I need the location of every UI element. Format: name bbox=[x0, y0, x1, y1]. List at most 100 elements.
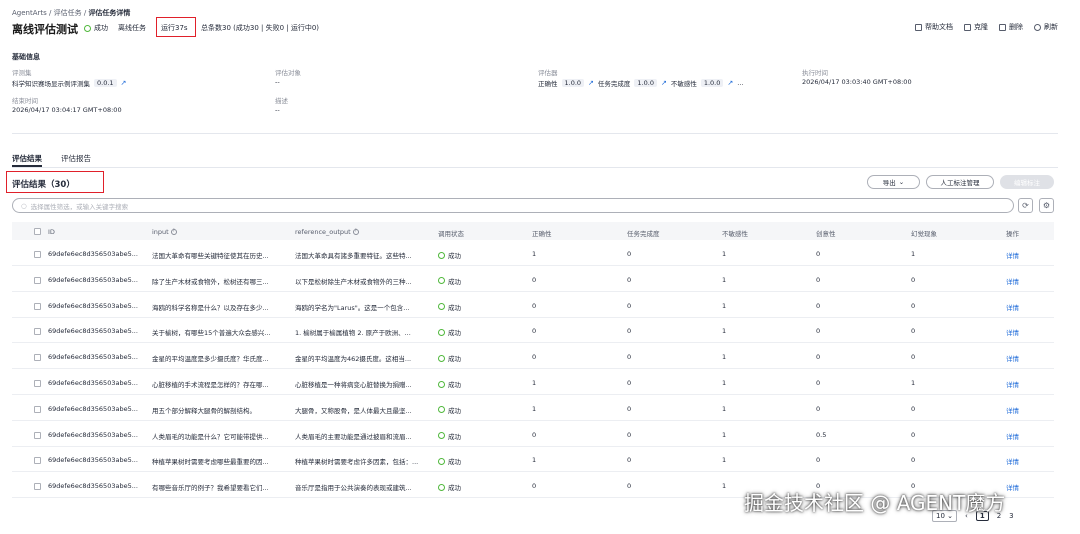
success-status-icon bbox=[438, 303, 445, 311]
cell-correctness: 0 bbox=[532, 353, 537, 362]
detail-link[interactable]: 详情 bbox=[1006, 327, 1019, 337]
search-input[interactable]: ○ 选择属性筛选，或输入关键字搜索 bbox=[12, 198, 1014, 213]
refresh-button[interactable]: 刷新 bbox=[1034, 22, 1058, 32]
cell-creativity: 0 bbox=[816, 404, 821, 413]
detail-link[interactable]: 详情 bbox=[1006, 482, 1019, 492]
breadcrumb-current: 评估任务详情 bbox=[88, 9, 131, 17]
cell-creativity: 0 bbox=[816, 456, 821, 465]
row-checkbox[interactable] bbox=[34, 328, 41, 336]
cell-task-completion: 0 bbox=[627, 482, 632, 491]
manual-annotation-label: 人工标注管理 bbox=[940, 179, 980, 187]
row-checkbox[interactable] bbox=[34, 405, 41, 413]
detail-link[interactable]: 详情 bbox=[1006, 302, 1019, 312]
external-link-icon[interactable]: ↗ bbox=[727, 79, 733, 87]
refresh-icon[interactable]: ⟳ bbox=[1018, 198, 1033, 213]
cell-hallucination: 0 bbox=[911, 456, 916, 465]
evaluators-label: 评估器 bbox=[538, 69, 558, 77]
edit-annotation-button[interactable]: 编辑标注 bbox=[1000, 175, 1054, 189]
end-time-value: 2026/04/17 03:04:17 GMT+08:00 bbox=[12, 106, 122, 114]
clone-button[interactable]: 克隆 bbox=[964, 22, 988, 32]
manual-annotation-button[interactable]: 人工标注管理 bbox=[926, 175, 994, 189]
cell-hallucination: 0 bbox=[911, 430, 916, 439]
cell-task-completion: 0 bbox=[627, 327, 632, 336]
detail-link[interactable]: 详情 bbox=[1006, 276, 1019, 286]
row-checkbox[interactable] bbox=[34, 431, 41, 439]
page-3[interactable]: 3 bbox=[1009, 512, 1013, 520]
detail-link[interactable]: 详情 bbox=[1006, 431, 1019, 441]
tabs-border bbox=[12, 167, 1058, 168]
cell-insensitivity: 1 bbox=[722, 456, 727, 465]
cell-reference-output: 1. 榆树属于榆属植物 2. 原产于欧洲、... bbox=[295, 329, 411, 338]
row-checkbox[interactable] bbox=[34, 457, 41, 465]
eval-set-value: 科学知识赛场显示例评测集 0.0.1 ↗ bbox=[12, 78, 126, 88]
cell-insensitivity: 1 bbox=[722, 353, 727, 362]
row-divider bbox=[12, 316, 1054, 318]
cell-insensitivity: 1 bbox=[722, 250, 727, 258]
cell-reference-output: 海鸥的学名为"Larus"。这是一个包含... bbox=[295, 303, 410, 312]
detail-link[interactable]: 详情 bbox=[1006, 250, 1019, 260]
breadcrumb-agentarts[interactable]: AgentArts bbox=[12, 9, 47, 17]
success-status-icon bbox=[438, 354, 445, 362]
success-status-icon bbox=[438, 457, 445, 465]
cell-id: 69defe6ec8d356503abe5... bbox=[48, 250, 138, 258]
evaluators-more[interactable]: ... bbox=[737, 79, 743, 87]
cell-hallucination: 1 bbox=[911, 379, 916, 387]
cell-hallucination: 1 bbox=[911, 250, 916, 258]
eval-set-version: 0.0.1 bbox=[94, 79, 117, 87]
row-divider bbox=[12, 290, 1054, 292]
external-link-icon[interactable]: ↗ bbox=[588, 79, 594, 87]
detail-link[interactable]: 详情 bbox=[1006, 379, 1019, 389]
evaluator-version: 1.0.0 bbox=[634, 79, 657, 87]
status-text: 成功 bbox=[448, 277, 461, 286]
help-doc-button[interactable]: 帮助文档 bbox=[915, 22, 953, 32]
cell-reference-output: 以下是松树除生产木材或食物外的三种... bbox=[295, 277, 412, 286]
detail-link[interactable]: 详情 bbox=[1006, 456, 1019, 466]
cell-call-status: 成功 bbox=[438, 327, 461, 338]
breadcrumb-eval-tasks[interactable]: 评估任务 bbox=[54, 9, 82, 17]
cell-id: 69defe6ec8d356503abe5... bbox=[48, 275, 138, 284]
help-icon[interactable]: ? bbox=[170, 229, 177, 235]
select-all-checkbox[interactable] bbox=[34, 228, 41, 235]
cell-call-status: 成功 bbox=[438, 482, 461, 493]
export-button[interactable]: 导出 ⌄ bbox=[867, 175, 920, 189]
tab-eval-results[interactable]: 评估结果 bbox=[12, 153, 42, 164]
row-checkbox[interactable] bbox=[34, 380, 41, 387]
status-text: 成功 bbox=[94, 24, 108, 32]
detail-link[interactable]: 详情 bbox=[1006, 353, 1019, 363]
page-title: 离线评估测试 bbox=[12, 23, 78, 36]
external-link-icon[interactable]: ↗ bbox=[121, 79, 127, 87]
external-link-icon[interactable]: ↗ bbox=[661, 79, 667, 87]
help-icon[interactable]: ? bbox=[352, 229, 359, 235]
cell-input: 用五个部分解释大腿骨的解剖结构。 bbox=[152, 406, 256, 415]
status-badge: 成功 bbox=[438, 431, 461, 441]
cell-creativity: 0 bbox=[816, 301, 821, 310]
eval-target-label: 评估对象 bbox=[275, 69, 301, 77]
task-summary: 总条数30 (成功30 | 失败0 | 运行中0) bbox=[201, 24, 320, 32]
column-header-hallucination: 幻觉现象 bbox=[911, 230, 937, 238]
eval-target-value: -- bbox=[275, 78, 280, 86]
divider bbox=[12, 133, 1058, 134]
cell-correctness: 0 bbox=[532, 327, 537, 336]
cell-task-completion: 0 bbox=[627, 379, 632, 387]
success-status-icon bbox=[438, 432, 445, 440]
status-text: 成功 bbox=[448, 381, 461, 389]
column-header-id[interactable]: ID bbox=[48, 228, 55, 236]
gear-icon[interactable]: ⚙ bbox=[1039, 198, 1054, 213]
row-checkbox[interactable] bbox=[34, 354, 41, 362]
column-header-insensitivity: 不敏感性 bbox=[722, 230, 748, 238]
row-checkbox[interactable] bbox=[34, 483, 41, 491]
tab-eval-report[interactable]: 评估报告 bbox=[61, 153, 91, 164]
delete-button[interactable]: 删除 bbox=[999, 22, 1023, 32]
basic-info-title: 基础信息 bbox=[12, 53, 40, 61]
status-text: 成功 bbox=[448, 484, 461, 493]
cell-hallucination: 0 bbox=[911, 404, 916, 413]
cell-insensitivity: 1 bbox=[722, 327, 727, 336]
search-placeholder: 选择属性筛选，或输入关键字搜索 bbox=[30, 202, 129, 211]
success-status-icon bbox=[438, 328, 445, 336]
status-badge: 成功 bbox=[438, 353, 461, 363]
row-checkbox[interactable] bbox=[34, 302, 41, 310]
eval-set-name: 科学知识赛场显示例评测集 bbox=[12, 80, 90, 88]
detail-link[interactable]: 详情 bbox=[1006, 405, 1019, 415]
row-checkbox[interactable] bbox=[34, 251, 41, 258]
row-checkbox[interactable] bbox=[34, 276, 41, 284]
